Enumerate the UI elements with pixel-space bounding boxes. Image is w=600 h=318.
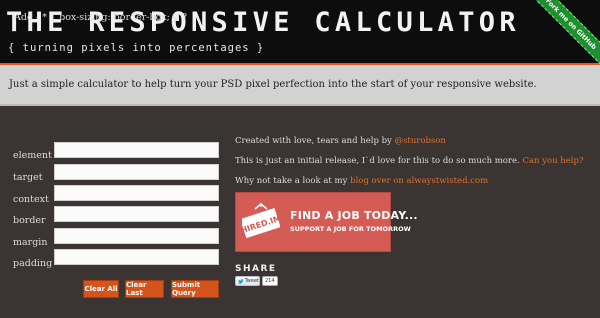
- banner-tagline: SUPPORT A JOB FOR TOMORROW: [290, 225, 411, 233]
- tweet-label: Tweet: [244, 278, 259, 284]
- padding-input[interactable]: [54, 249, 219, 265]
- credits-text: Created with love, tears and help by: [235, 136, 395, 146]
- fork-ribbon-label[interactable]: Fork me on GitHub: [530, 0, 600, 69]
- hired-banner[interactable]: HIRED.IM FIND A JOB TODAY... SUPPORT A J…: [235, 192, 418, 252]
- blog-line: Why not take a look at my blog over on a…: [235, 176, 488, 186]
- box-sizing-checkbox[interactable]: [173, 15, 179, 21]
- blog-text: Why not take a look at my: [235, 176, 351, 186]
- target-label: target: [13, 172, 43, 183]
- context-input[interactable]: [54, 185, 219, 201]
- border-label: border: [13, 215, 46, 226]
- padding-label: padding: [13, 258, 53, 269]
- context-label: context: [13, 194, 49, 205]
- clear-last-button[interactable]: Clear Last: [125, 280, 164, 298]
- banner-headline: FIND A JOB TODAY...: [290, 209, 418, 222]
- page-subtitle: { turning pixels into percentages }: [8, 42, 265, 54]
- tweet-button[interactable]: Tweet: [235, 276, 260, 286]
- header: THE RESPONSIVE CALCULATOR { turning pixe…: [0, 0, 600, 64]
- border-input[interactable]: [54, 206, 219, 222]
- fork-ribbon[interactable]: Fork me on GitHub: [530, 0, 600, 70]
- tweet-count: 214: [262, 276, 278, 286]
- blog-link[interactable]: blog over on alwaystwisted.com: [350, 176, 488, 186]
- twitter-bird-icon: [238, 278, 244, 284]
- submit-query-button[interactable]: Submit Query: [171, 280, 219, 298]
- margin-label: margin: [13, 237, 48, 248]
- hired-logo-icon: HIRED.IM: [242, 203, 280, 239]
- author-link[interactable]: @sturobson: [395, 136, 446, 146]
- intro-text: Just a simple calculator to help turn yo…: [9, 79, 537, 90]
- release-line: This is just an initial release, I`d lov…: [235, 156, 584, 166]
- share-heading: SHARE: [235, 264, 277, 274]
- element-input[interactable]: [54, 142, 219, 158]
- box-sizing-label: Add - * { box-sizing: border-box; } ?: [14, 12, 188, 23]
- margin-input[interactable]: [54, 228, 219, 244]
- help-link[interactable]: Can you help?: [522, 156, 583, 166]
- element-label: element: [13, 150, 52, 161]
- release-text: This is just an initial release, I`d lov…: [235, 156, 523, 166]
- credits-line: Created with love, tears and help by @st…: [235, 136, 446, 146]
- clear-all-button[interactable]: Clear All: [83, 280, 119, 298]
- target-input[interactable]: [54, 164, 219, 180]
- intro-bar: Just a simple calculator to help turn yo…: [0, 65, 600, 106]
